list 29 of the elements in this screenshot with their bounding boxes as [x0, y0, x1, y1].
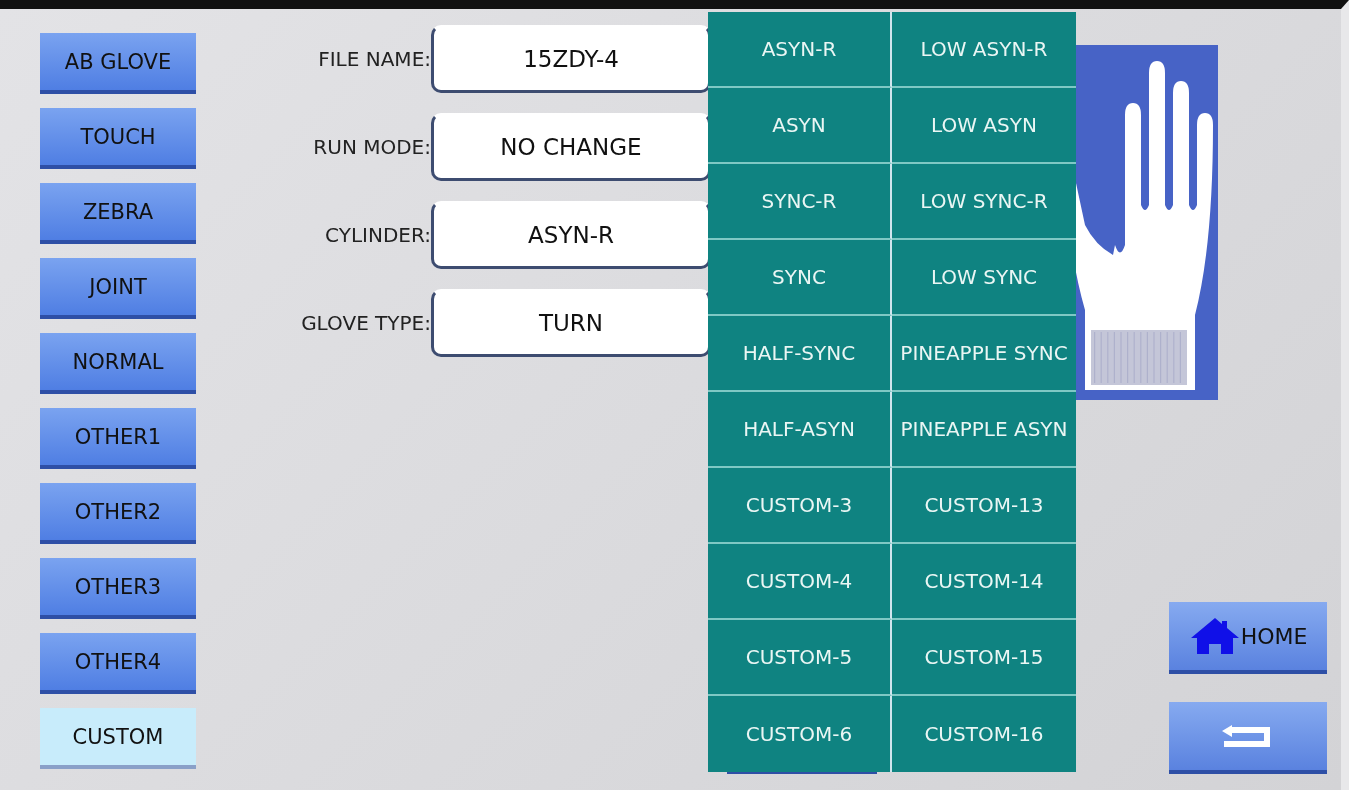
input-field[interactable]: NO CHANGE — [431, 113, 711, 181]
sidebar-button[interactable]: TOUCH — [40, 108, 196, 169]
menu-item[interactable]: HALF-SYNC — [708, 316, 892, 392]
back-button[interactable] — [1169, 702, 1327, 774]
sidebar-button[interactable]: AB GLOVE — [40, 33, 196, 94]
menu-item[interactable]: CUSTOM-3 — [708, 468, 892, 544]
sidebar-button[interactable]: OTHER3 — [40, 558, 196, 619]
sidebar-button[interactable]: CUSTOM — [40, 708, 196, 769]
menu-item[interactable]: CUSTOM-5 — [708, 620, 892, 696]
input-field[interactable]: TURN — [431, 289, 711, 357]
menu-item[interactable]: ASYN — [708, 88, 892, 164]
sidebar-button[interactable]: OTHER4 — [40, 633, 196, 694]
field-label: GLOVE TYPE: — [300, 311, 431, 335]
menu-item[interactable]: SYNC-R — [708, 164, 892, 240]
field-label: FILE NAME: — [317, 47, 431, 71]
sidebar-button[interactable]: OTHER2 — [40, 483, 196, 544]
menu-item[interactable]: SYNC — [708, 240, 892, 316]
input-field[interactable]: ASYN-R — [431, 201, 711, 269]
menu-item[interactable]: HALF-ASYN — [708, 392, 892, 468]
sidebar-button[interactable]: ZEBRA — [40, 183, 196, 244]
input-field[interactable]: 15ZDY-4 — [431, 25, 711, 93]
sidebar-button[interactable]: JOINT — [40, 258, 196, 319]
home-button[interactable]: HOME — [1169, 602, 1327, 674]
sidebar-button[interactable]: NORMAL — [40, 333, 196, 394]
field-label: RUN MODE: — [312, 135, 431, 159]
field-label: CYLINDER: — [324, 223, 431, 247]
menu-item[interactable]: ASYN-R — [708, 12, 892, 88]
sidebar-button[interactable]: OTHER1 — [40, 408, 196, 469]
menu-item[interactable]: CUSTOM-4 — [708, 544, 892, 620]
